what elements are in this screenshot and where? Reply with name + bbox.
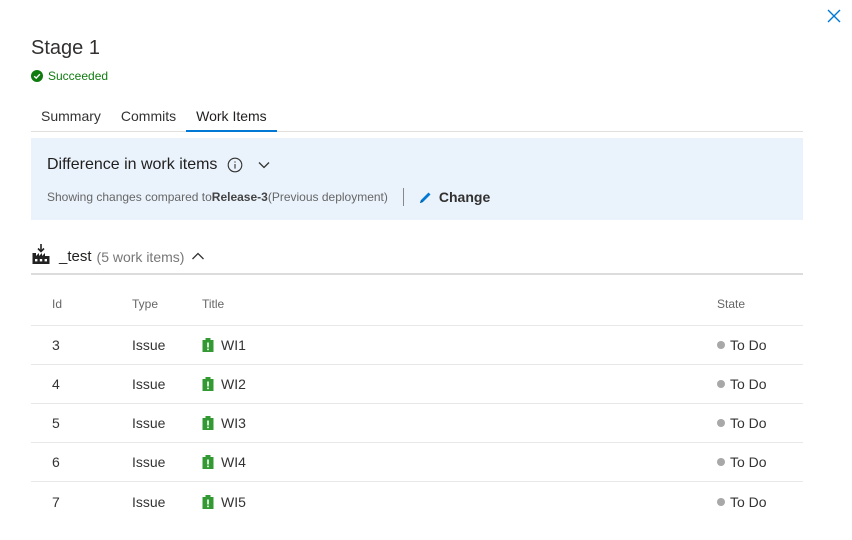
row-type: Issue bbox=[132, 493, 166, 510]
tab-work-items[interactable]: Work Items bbox=[186, 100, 277, 132]
row-id: 3 bbox=[52, 337, 60, 353]
row-title-text: WI2 bbox=[221, 376, 246, 392]
row-title[interactable]: WI5 bbox=[202, 494, 246, 510]
difference-header: Difference in work items bbox=[47, 156, 271, 174]
change-button[interactable]: Change bbox=[418, 189, 490, 205]
table-row[interactable]: 3 Issue WI1 To Do bbox=[31, 326, 803, 365]
row-title-text: WI4 bbox=[221, 454, 246, 470]
issue-icon bbox=[202, 377, 214, 391]
close-icon bbox=[827, 9, 841, 23]
tab-summary[interactable]: Summary bbox=[31, 100, 111, 131]
row-title[interactable]: WI2 bbox=[202, 376, 246, 392]
difference-title: Difference in work items bbox=[47, 156, 218, 173]
row-title-text: WI3 bbox=[221, 415, 246, 431]
row-title-text: WI1 bbox=[221, 337, 246, 353]
difference-subtitle: Showing changes compared to Release-3 (P… bbox=[47, 188, 490, 206]
row-title-text: WI5 bbox=[221, 493, 246, 510]
info-icon[interactable] bbox=[227, 157, 243, 173]
row-state-text: To Do bbox=[730, 376, 767, 392]
group-count: (5 work items) bbox=[96, 249, 185, 265]
page-title: Stage 1 bbox=[31, 37, 100, 59]
row-type: Issue bbox=[132, 376, 166, 392]
row-state: To Do bbox=[717, 337, 767, 353]
table-row[interactable]: 6 Issue WI4 To Do bbox=[31, 443, 803, 482]
column-header-id[interactable]: Id bbox=[52, 297, 62, 311]
row-state: To Do bbox=[717, 415, 767, 431]
row-type: Issue bbox=[132, 337, 166, 353]
subtitle-prefix: Showing changes compared to bbox=[47, 190, 212, 204]
row-state-text: To Do bbox=[730, 415, 767, 431]
row-id: 6 bbox=[52, 454, 60, 470]
difference-panel: Difference in work items Showing changes… bbox=[31, 138, 803, 220]
row-title[interactable]: WI3 bbox=[202, 415, 246, 431]
change-label: Change bbox=[438, 189, 491, 205]
row-title[interactable]: WI1 bbox=[202, 337, 246, 353]
row-state: To Do bbox=[717, 376, 767, 392]
row-title[interactable]: WI4 bbox=[202, 454, 246, 470]
row-state: To Do bbox=[717, 454, 767, 470]
row-id: 5 bbox=[52, 415, 60, 431]
row-state-text: To Do bbox=[730, 454, 767, 470]
tab-commits[interactable]: Commits bbox=[111, 100, 186, 131]
build-pipeline-icon bbox=[32, 244, 50, 264]
close-button[interactable] bbox=[824, 6, 844, 26]
table-header: Id Type Title State bbox=[31, 280, 803, 326]
pencil-icon bbox=[419, 192, 431, 203]
state-dot bbox=[717, 458, 725, 466]
state-dot bbox=[717, 380, 725, 388]
success-check-icon bbox=[31, 70, 43, 82]
issue-icon bbox=[202, 338, 214, 352]
state-dot bbox=[717, 419, 725, 427]
row-type: Issue bbox=[132, 454, 166, 470]
table-row[interactable]: 7 Issue WI5 To Do bbox=[31, 482, 803, 521]
row-state-text: To Do bbox=[730, 493, 767, 510]
column-header-state[interactable]: State bbox=[717, 297, 745, 311]
chevron-down-icon[interactable] bbox=[257, 158, 271, 172]
table-row[interactable]: 4 Issue WI2 To Do bbox=[31, 365, 803, 404]
state-dot bbox=[717, 341, 725, 349]
tab-bar: Summary Commits Work Items bbox=[31, 100, 803, 132]
status-text: Succeeded bbox=[48, 69, 109, 83]
work-item-group-header: _test (5 work items) bbox=[31, 243, 803, 275]
column-header-title[interactable]: Title bbox=[202, 297, 224, 311]
issue-icon bbox=[202, 494, 214, 509]
chevron-up-icon[interactable] bbox=[191, 250, 205, 262]
issue-icon bbox=[202, 416, 214, 430]
divider bbox=[402, 188, 404, 206]
row-state: To Do bbox=[717, 494, 767, 510]
row-id: 4 bbox=[52, 376, 60, 392]
row-state-text: To Do bbox=[730, 337, 767, 353]
row-id: 7 bbox=[52, 493, 60, 510]
status-badge: Succeeded bbox=[31, 69, 108, 83]
issue-icon bbox=[202, 455, 214, 469]
state-dot bbox=[717, 497, 725, 506]
release-name: Release-3 bbox=[211, 190, 268, 204]
column-header-type[interactable]: Type bbox=[132, 297, 158, 311]
row-type: Issue bbox=[132, 415, 166, 431]
group-name: _test bbox=[59, 248, 92, 265]
work-items-table: Id Type Title State 3 Issue WI1 To Do 4 … bbox=[31, 280, 803, 521]
table-row[interactable]: 5 Issue WI3 To Do bbox=[31, 404, 803, 443]
subtitle-suffix: (Previous deployment) bbox=[267, 190, 388, 204]
